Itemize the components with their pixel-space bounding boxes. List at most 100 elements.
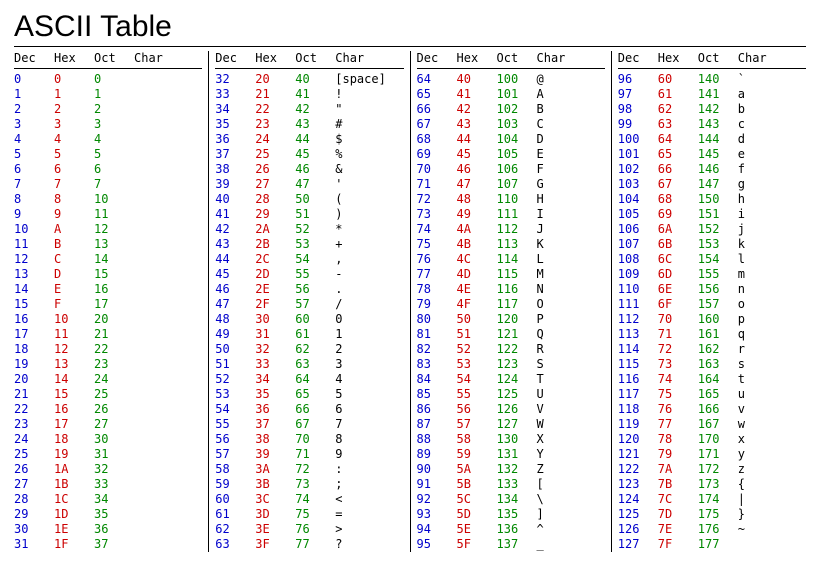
cell-oct: 145 — [698, 147, 734, 162]
cell-hex: 4F — [457, 297, 493, 312]
cell-char: 2 — [335, 342, 403, 357]
cell-oct: 34 — [94, 492, 130, 507]
cell-char: K — [537, 237, 605, 252]
ascii-row: 1116F157o — [618, 297, 806, 312]
ascii-row: 301E36 — [14, 522, 202, 537]
ascii-row: 161020 — [14, 312, 202, 327]
cell-char: $ — [335, 132, 403, 147]
cell-hex: 73 — [658, 357, 694, 372]
cell-hex: A — [54, 222, 90, 237]
cell-hex: 4B — [457, 237, 493, 252]
cell-hex: 23 — [255, 117, 291, 132]
cell-dec: 37 — [215, 147, 251, 162]
cell-hex: 14 — [54, 372, 90, 387]
cell-char: & — [335, 162, 403, 177]
block-1: DecHexOctChar322040[space]332141!342242"… — [209, 51, 410, 552]
cell-oct: 137 — [497, 537, 533, 552]
cell-oct: 10 — [94, 192, 130, 207]
cell-hex: 3C — [255, 492, 291, 507]
ascii-row: 8353123S — [417, 357, 605, 372]
cell-char: 5 — [335, 387, 403, 402]
ascii-row: 7147107G — [417, 177, 605, 192]
cell-oct: 2 — [94, 102, 130, 117]
cell-dec: 15 — [14, 297, 50, 312]
cell-dec: 10 — [14, 222, 50, 237]
cell-oct: 0 — [94, 72, 130, 87]
cell-oct: 111 — [497, 207, 533, 222]
ascii-row: 1277F177 — [618, 537, 806, 552]
cell-oct: 154 — [698, 252, 734, 267]
cell-hex: 38 — [255, 432, 291, 447]
header-char: Char — [738, 51, 806, 66]
cell-char: [space] — [335, 72, 403, 87]
cell-oct: 71 — [295, 447, 331, 462]
cell-dec: 54 — [215, 402, 251, 417]
cell-oct: 61 — [295, 327, 331, 342]
ascii-row: 5133633 — [215, 357, 403, 372]
cell-oct: 20 — [94, 312, 130, 327]
cell-char: ! — [335, 87, 403, 102]
cell-oct: 121 — [497, 327, 533, 342]
cell-dec: 112 — [618, 312, 654, 327]
cell-hex: C — [54, 252, 90, 267]
cell-hex: 6E — [658, 282, 694, 297]
cell-dec: 61 — [215, 507, 251, 522]
cell-oct: 23 — [94, 357, 130, 372]
cell-char: | — [738, 492, 806, 507]
cell-dec: 117 — [618, 387, 654, 402]
cell-oct: 124 — [497, 372, 533, 387]
cell-hex: 18 — [54, 432, 90, 447]
cell-oct: 160 — [698, 312, 734, 327]
cell-hex: 4C — [457, 252, 493, 267]
cell-hex: 51 — [457, 327, 493, 342]
ascii-row: 6743103C — [417, 117, 605, 132]
cell-hex: 4A — [457, 222, 493, 237]
cell-char — [134, 432, 202, 447]
cell-oct: 11 — [94, 207, 130, 222]
cell-dec: 95 — [417, 537, 453, 552]
ascii-row: 10367147g — [618, 177, 806, 192]
cell-hex: 21 — [255, 87, 291, 102]
cell-hex: 68 — [658, 192, 694, 207]
cell-dec: 56 — [215, 432, 251, 447]
cell-oct: 116 — [497, 282, 533, 297]
cell-oct: 115 — [497, 267, 533, 282]
cell-oct: 32 — [94, 462, 130, 477]
cell-oct: 174 — [698, 492, 734, 507]
cell-dec: 5 — [14, 147, 50, 162]
cell-dec: 11 — [14, 237, 50, 252]
cell-oct: 177 — [698, 537, 734, 552]
cell-dec: 79 — [417, 297, 453, 312]
cell-char — [134, 417, 202, 432]
cell-dec: 28 — [14, 492, 50, 507]
cell-hex: 58 — [457, 432, 493, 447]
cell-char — [134, 267, 202, 282]
cell-oct: 46 — [295, 162, 331, 177]
cell-dec: 123 — [618, 477, 654, 492]
cell-hex: 7C — [658, 492, 694, 507]
cell-oct: 175 — [698, 507, 734, 522]
ascii-row: 231727 — [14, 417, 202, 432]
cell-char: h — [738, 192, 806, 207]
ascii-row: 6945105E — [417, 147, 605, 162]
header-oct: Oct — [94, 51, 130, 66]
cell-dec: 110 — [618, 282, 654, 297]
cell-hex: 1B — [54, 477, 90, 492]
cell-oct: 41 — [295, 87, 331, 102]
cell-dec: 24 — [14, 432, 50, 447]
cell-hex: 4 — [54, 132, 90, 147]
cell-hex: 26 — [255, 162, 291, 177]
cell-oct: 44 — [295, 132, 331, 147]
cell-oct: 56 — [295, 282, 331, 297]
ascii-row: 181222 — [14, 342, 202, 357]
cell-dec: 18 — [14, 342, 50, 357]
cell-dec: 27 — [14, 477, 50, 492]
cell-char — [134, 492, 202, 507]
ascii-row: 593B73; — [215, 477, 403, 492]
ascii-row: 555 — [14, 147, 202, 162]
cell-oct: 25 — [94, 387, 130, 402]
block-3: DecHexOctChar9660140`9761141a9862142b996… — [612, 51, 806, 552]
cell-char: e — [738, 147, 806, 162]
cell-dec: 43 — [215, 237, 251, 252]
cell-hex: 34 — [255, 372, 291, 387]
